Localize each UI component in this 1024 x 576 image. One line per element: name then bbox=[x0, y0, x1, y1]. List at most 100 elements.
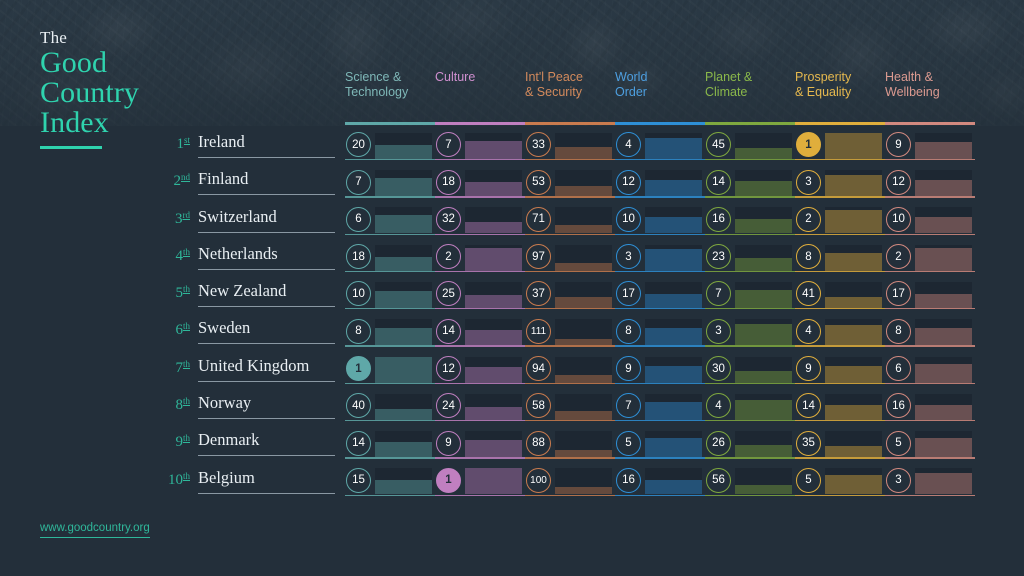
cell-peace[interactable]: 94 bbox=[525, 350, 615, 387]
cell-planet[interactable]: 3 bbox=[705, 312, 795, 349]
cell-world[interactable]: 9 bbox=[615, 350, 705, 387]
cell-health[interactable]: 12 bbox=[885, 163, 975, 200]
country-name[interactable]: Switzerland bbox=[198, 207, 340, 227]
cell-health[interactable]: 2 bbox=[885, 238, 975, 275]
cell-world[interactable]: 7 bbox=[615, 387, 705, 424]
bar-fill bbox=[915, 216, 972, 234]
cell-peace[interactable]: 58 bbox=[525, 387, 615, 424]
table-row[interactable]: 2nd Finland 7 18 53 12 14 3 12 bbox=[0, 163, 1024, 200]
cell-health[interactable]: 8 bbox=[885, 312, 975, 349]
country-name[interactable]: Netherlands bbox=[198, 244, 340, 264]
cell-prosperity[interactable]: 2 bbox=[795, 201, 885, 238]
cell-planet[interactable]: 16 bbox=[705, 201, 795, 238]
cell-world[interactable]: 8 bbox=[615, 312, 705, 349]
cell-world[interactable]: 17 bbox=[615, 275, 705, 312]
cell-planet[interactable]: 7 bbox=[705, 275, 795, 312]
cell-science[interactable]: 1 bbox=[345, 350, 435, 387]
column-header-health[interactable]: Health & Wellbeing bbox=[885, 70, 975, 125]
cell-science[interactable]: 18 bbox=[345, 238, 435, 275]
cell-world[interactable]: 16 bbox=[615, 462, 705, 499]
country-name[interactable]: Norway bbox=[198, 393, 340, 413]
cell-science[interactable]: 14 bbox=[345, 424, 435, 461]
cell-health[interactable]: 10 bbox=[885, 201, 975, 238]
website-link[interactable]: www.goodcountry.org bbox=[40, 522, 150, 538]
cell-health[interactable]: 6 bbox=[885, 350, 975, 387]
cell-planet[interactable]: 26 bbox=[705, 424, 795, 461]
country-name[interactable]: Sweden bbox=[198, 318, 340, 338]
cell-peace[interactable]: 100 bbox=[525, 462, 615, 499]
country-name[interactable]: United Kingdom bbox=[198, 356, 340, 376]
table-row[interactable]: 8th Norway 40 24 58 7 4 14 16 bbox=[0, 387, 1024, 424]
country-name[interactable]: Denmark bbox=[198, 430, 340, 450]
cell-prosperity[interactable]: 4 bbox=[795, 312, 885, 349]
cell-planet[interactable]: 45 bbox=[705, 126, 795, 163]
cell-health[interactable]: 16 bbox=[885, 387, 975, 424]
cell-peace[interactable]: 53 bbox=[525, 163, 615, 200]
cell-science[interactable]: 15 bbox=[345, 462, 435, 499]
cell-science[interactable]: 10 bbox=[345, 275, 435, 312]
cell-planet[interactable]: 4 bbox=[705, 387, 795, 424]
cell-culture[interactable]: 1 bbox=[435, 462, 525, 499]
cell-culture[interactable]: 12 bbox=[435, 350, 525, 387]
column-header-science[interactable]: Science & Technology bbox=[345, 70, 435, 125]
cell-peace[interactable]: 71 bbox=[525, 201, 615, 238]
cell-world[interactable]: 4 bbox=[615, 126, 705, 163]
cell-science[interactable]: 7 bbox=[345, 163, 435, 200]
cell-planet[interactable]: 56 bbox=[705, 462, 795, 499]
cell-culture[interactable]: 18 bbox=[435, 163, 525, 200]
cell-prosperity[interactable]: 1 bbox=[795, 126, 885, 163]
table-row[interactable]: 4th Netherlands 18 2 97 3 23 8 2 bbox=[0, 238, 1024, 275]
cell-health[interactable]: 17 bbox=[885, 275, 975, 312]
cell-health[interactable]: 5 bbox=[885, 424, 975, 461]
column-header-world[interactable]: World Order bbox=[615, 70, 705, 125]
cell-culture[interactable]: 25 bbox=[435, 275, 525, 312]
cell-science[interactable]: 8 bbox=[345, 312, 435, 349]
cell-prosperity[interactable]: 35 bbox=[795, 424, 885, 461]
cell-health[interactable]: 3 bbox=[885, 462, 975, 499]
country-name[interactable]: Belgium bbox=[198, 468, 340, 488]
cell-culture[interactable]: 24 bbox=[435, 387, 525, 424]
cell-health[interactable]: 9 bbox=[885, 126, 975, 163]
column-header-peace[interactable]: Int'l Peace & Security bbox=[525, 70, 615, 125]
country-name[interactable]: Finland bbox=[198, 169, 340, 189]
country-name[interactable]: Ireland bbox=[198, 132, 340, 152]
cell-science[interactable]: 40 bbox=[345, 387, 435, 424]
table-row[interactable]: 10th Belgium 15 1 100 16 56 5 3 bbox=[0, 462, 1024, 499]
cell-planet[interactable]: 14 bbox=[705, 163, 795, 200]
table-row[interactable]: 9th Denmark 14 9 88 5 26 35 5 bbox=[0, 424, 1024, 461]
cell-world[interactable]: 12 bbox=[615, 163, 705, 200]
column-header-culture[interactable]: Culture bbox=[435, 70, 525, 125]
cell-planet[interactable]: 30 bbox=[705, 350, 795, 387]
cell-peace[interactable]: 111 bbox=[525, 312, 615, 349]
cell-prosperity[interactable]: 8 bbox=[795, 238, 885, 275]
cell-prosperity[interactable]: 3 bbox=[795, 163, 885, 200]
cell-world[interactable]: 3 bbox=[615, 238, 705, 275]
cell-peace[interactable]: 33 bbox=[525, 126, 615, 163]
cell-science[interactable]: 20 bbox=[345, 126, 435, 163]
cell-world[interactable]: 5 bbox=[615, 424, 705, 461]
cell-peace[interactable]: 97 bbox=[525, 238, 615, 275]
cell-culture[interactable]: 2 bbox=[435, 238, 525, 275]
cell-culture[interactable]: 14 bbox=[435, 312, 525, 349]
cell-prosperity[interactable]: 41 bbox=[795, 275, 885, 312]
cell-prosperity[interactable]: 9 bbox=[795, 350, 885, 387]
cell-culture[interactable]: 32 bbox=[435, 201, 525, 238]
cell-prosperity[interactable]: 14 bbox=[795, 387, 885, 424]
cell-prosperity[interactable]: 5 bbox=[795, 462, 885, 499]
cell-peace[interactable]: 37 bbox=[525, 275, 615, 312]
table-row[interactable]: 3rd Switzerland 6 32 71 10 16 2 10 bbox=[0, 201, 1024, 238]
table-row[interactable]: 1st Ireland 20 7 33 4 45 1 9 bbox=[0, 126, 1024, 163]
table-row[interactable]: 6th Sweden 8 14 111 8 3 4 8 bbox=[0, 312, 1024, 349]
country-name[interactable]: New Zealand bbox=[198, 281, 340, 301]
cell-culture[interactable]: 9 bbox=[435, 424, 525, 461]
cell-world[interactable]: 10 bbox=[615, 201, 705, 238]
table-row[interactable]: 5th New Zealand 10 25 37 17 7 41 17 bbox=[0, 275, 1024, 312]
cell-science[interactable]: 6 bbox=[345, 201, 435, 238]
cell-culture[interactable]: 7 bbox=[435, 126, 525, 163]
table-row[interactable]: 7th United Kingdom 1 12 94 9 30 9 6 bbox=[0, 350, 1024, 387]
cell-peace[interactable]: 88 bbox=[525, 424, 615, 461]
cell-planet[interactable]: 23 bbox=[705, 238, 795, 275]
column-header-planet[interactable]: Planet & Climate bbox=[705, 70, 795, 125]
bar-track bbox=[825, 393, 882, 420]
column-header-prosperity[interactable]: Prosperity & Equality bbox=[795, 70, 885, 125]
